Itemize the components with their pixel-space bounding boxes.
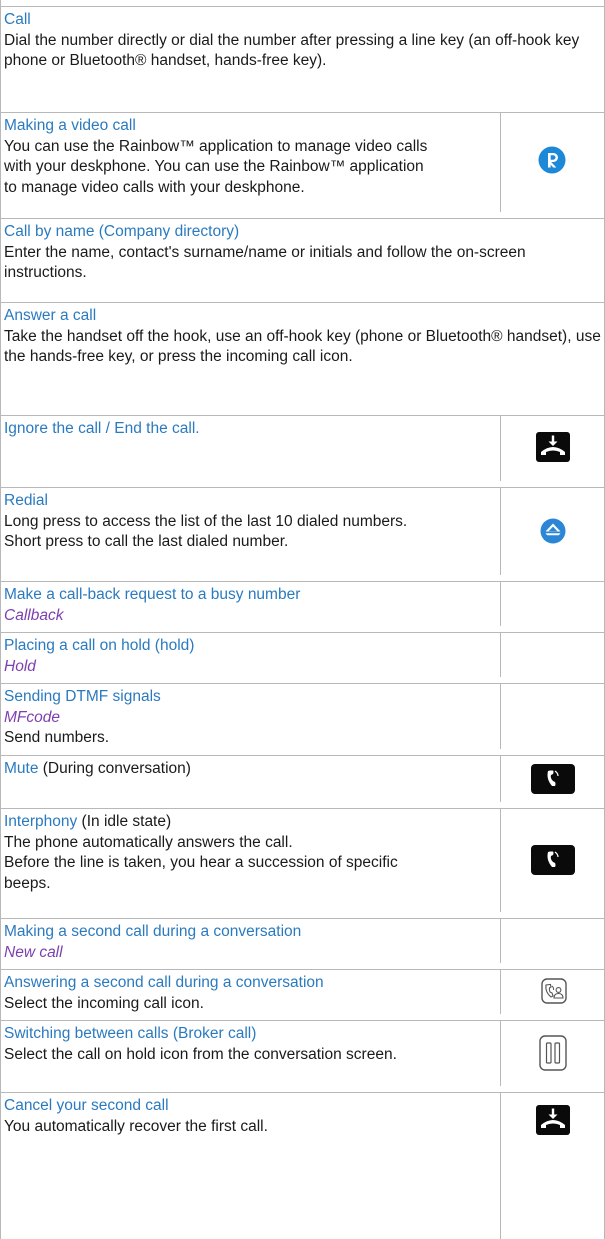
row-title: Mute (During conversation) (4, 759, 444, 780)
row-text: Interphony (In idle state) The phone aut… (4, 812, 444, 894)
table-row: Answering a second call during a convers… (0, 969, 604, 1014)
row-title: Answer a call (4, 307, 97, 324)
row-body: You automatically recover the first call… (4, 1117, 268, 1135)
hang-up-icon[interactable] (536, 1105, 570, 1135)
icon-cell (500, 416, 604, 481)
row-title-main: Interphony (4, 813, 78, 830)
interphony-key-icon[interactable] (531, 845, 575, 875)
incoming-call-icon[interactable] (541, 978, 567, 1004)
softkey-label[interactable]: Hold (4, 657, 444, 678)
row-body: The phone automatically answers the call… (4, 833, 293, 851)
row-body: Enter the name, contact's surname/name o… (4, 243, 526, 282)
table-row: Call Dial the number directly or dial th… (0, 6, 604, 69)
table-row: Making a video call You can use the Rain… (0, 112, 604, 212)
row-body: Send numbers. (4, 729, 110, 746)
softkey-label[interactable]: New call (4, 943, 444, 964)
rainbow-r-icon[interactable] (538, 146, 566, 174)
icon-cell (500, 1021, 604, 1086)
row-body: Short press to call the last dialed numb… (4, 533, 289, 550)
row-text: Making a video call You can use the Rain… (4, 116, 434, 198)
row-text: Ignore the call / End the call. (4, 419, 444, 440)
row-title: Call by name (Company directory) (4, 223, 240, 240)
row-text: Answering a second call during a convers… (4, 973, 444, 1014)
row-title: Make a call-back request to a busy numbe… (4, 586, 301, 603)
row-text: Call by name (Company directory) Enter t… (4, 222, 600, 284)
row-title: Redial (4, 492, 48, 509)
mute-key-icon[interactable] (531, 764, 575, 794)
row-body: Select the call on hold icon from the co… (4, 1045, 397, 1063)
table-row: Make a call-back request to a busy numbe… (0, 581, 604, 626)
table-row: Sending DTMF signals MFcode Send numbers… (0, 683, 604, 749)
row-body: Select the incoming call icon. (4, 994, 204, 1012)
row-body: Take the handset off the hook, use an of… (4, 327, 601, 366)
table-row: Cancel your second call You automaticall… (0, 1092, 604, 1239)
row-text: Cancel your second call You automaticall… (4, 1096, 444, 1137)
icon-cell (500, 113, 604, 212)
row-body: Before the line is taken, you hear a suc… (4, 854, 398, 892)
icon-cell (500, 633, 604, 677)
icon-cell (500, 919, 604, 963)
icon-cell (500, 1093, 604, 1239)
redial-icon[interactable] (540, 518, 566, 544)
table-row: Mute (During conversation) (0, 755, 604, 802)
icon-cell (500, 684, 604, 749)
table-row: Redial Long press to access the list of … (0, 487, 604, 575)
row-title: Making a second call during a conversati… (4, 923, 302, 940)
table-row: Switching between calls (Broker call) Se… (0, 1020, 604, 1086)
icon-cell (500, 582, 604, 626)
row-body: Long press to access the list of the las… (4, 512, 408, 530)
row-title: Interphony (In idle state) (4, 812, 444, 833)
row-title: Cancel your second call (4, 1097, 169, 1114)
row-title-main: Mute (4, 760, 39, 777)
row-body: You can use the Rainbow™ application to … (4, 137, 428, 196)
row-title: Making a video call (4, 117, 136, 134)
table-row: Placing a call on hold (hold) Hold (0, 632, 604, 677)
table-row: Making a second call during a conversati… (0, 918, 604, 963)
table-row: Answer a call Take the handset off the h… (0, 302, 604, 409)
row-title: Sending DTMF signals (4, 688, 161, 705)
icon-cell (500, 970, 604, 1014)
table-row: Interphony (In idle state) The phone aut… (0, 808, 604, 912)
icon-cell (500, 809, 604, 912)
row-title: Ignore the call / End the call. (4, 420, 200, 437)
row-text: Placing a call on hold (hold) Hold (4, 636, 444, 677)
row-text: Make a call-back request to a busy numbe… (4, 585, 444, 626)
row-text: Sending DTMF signals MFcode Send numbers… (4, 687, 444, 749)
row-title-note: (During conversation) (38, 760, 191, 777)
hang-up-icon[interactable] (536, 432, 570, 462)
row-title-note: (In idle state) (77, 813, 172, 830)
row-text: Answer a call Take the handset off the h… (4, 306, 602, 368)
hold-icon[interactable] (539, 1035, 567, 1071)
row-text: Making a second call during a conversati… (4, 922, 444, 963)
row-title: Placing a call on hold (hold) (4, 637, 195, 654)
row-title: Answering a second call during a convers… (4, 974, 324, 991)
row-title: Call (4, 11, 31, 28)
call-features-table: Call Dial the number directly or dial th… (0, 0, 605, 1239)
icon-cell (500, 488, 604, 575)
row-body: Dial the number directly or dial the num… (4, 31, 580, 70)
softkey-label[interactable]: Callback (4, 606, 444, 627)
softkey-label[interactable]: MFcode (4, 708, 444, 729)
table-row: Call by name (Company directory) Enter t… (0, 218, 604, 296)
row-text: Call Dial the number directly or dial th… (4, 10, 600, 72)
row-text: Mute (During conversation) (4, 759, 444, 780)
row-title: Switching between calls (Broker call) (4, 1025, 257, 1042)
icon-cell (500, 756, 604, 802)
row-text: Switching between calls (Broker call) Se… (4, 1024, 444, 1065)
table-row: Ignore the call / End the call. (0, 415, 604, 481)
row-text: Redial Long press to access the list of … (4, 491, 444, 553)
